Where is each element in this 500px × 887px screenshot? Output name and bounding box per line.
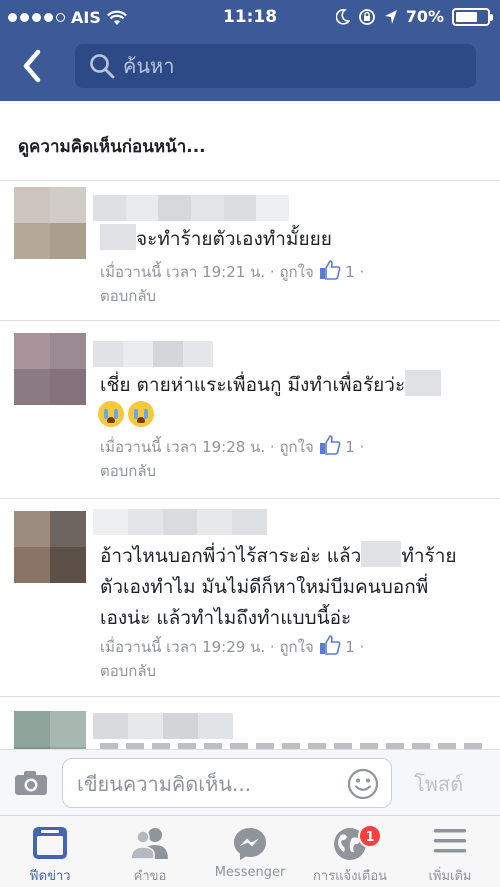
location-icon	[384, 9, 397, 24]
like-button[interactable]: ถูกใจ	[279, 263, 313, 281]
camera-icon	[15, 771, 47, 795]
thumbs-up-icon	[319, 635, 340, 655]
thumbs-up-icon	[319, 260, 340, 280]
tab-requests[interactable]: คำขอ	[100, 816, 200, 887]
avatar[interactable]	[14, 711, 86, 749]
battery-percent: 70%	[405, 7, 444, 26]
chevron-left-icon	[23, 49, 41, 83]
comment-item	[0, 697, 500, 749]
app-screen: AIS 11:18 70% ค้นหา ดูความคิดเห็นก่อนหน้…	[0, 0, 500, 887]
comment-item: จะทำร้ายตัวเองทำมั้ยยย เมื่อวานนี้ เวลา …	[0, 181, 500, 321]
commenter-name-redacted[interactable]	[93, 713, 233, 739]
avatar[interactable]	[14, 187, 86, 259]
search-input[interactable]	[123, 54, 463, 78]
back-button[interactable]	[14, 46, 54, 86]
tab-label: ฟีดข่าว	[29, 869, 71, 884]
camera-button[interactable]	[14, 770, 48, 800]
tab-label: การแจ้งเตือน	[312, 869, 388, 884]
news-feed-icon	[33, 827, 67, 859]
comment-meta: เมื่อวานนี้ เวลา 19:21 น. · ถูกใจ 1 · ตอ…	[100, 260, 486, 308]
post-button[interactable]: โพสต์	[414, 768, 463, 800]
tab-more[interactable]: เพิ่มเติม	[400, 816, 500, 887]
crying-emoji	[128, 401, 154, 427]
comment-input-box[interactable]	[62, 758, 392, 808]
comment-timestamp: เมื่อวานนี้ เวลา 19:28 น.	[100, 438, 266, 456]
search-icon	[90, 54, 115, 79]
comment-input[interactable]	[77, 769, 337, 799]
tab-news-feed[interactable]: ฟีดข่าว	[0, 816, 100, 887]
thumbs-up-icon	[319, 435, 340, 455]
comment-timestamp: เมื่อวานนี้ เวลา 19:29 น.	[100, 638, 266, 656]
comment-item: อ้าวไหนบอกพี่ว่าไร้สาระอ่ะ แล้ว ทำร้าย ตั…	[0, 499, 500, 697]
reply-button[interactable]: ตอบกลับ	[100, 287, 156, 305]
view-previous-comments-link[interactable]: ดูความคิดเห็นก่อนหน้า...	[18, 133, 206, 160]
status-bar: AIS 11:18 70%	[0, 0, 500, 34]
battery-icon	[452, 7, 493, 26]
battery-fill	[456, 11, 477, 22]
comment-item: เชี่ย ตายห่าแระเพื่อนกู มึงทำเพื่อรัยว่ะ…	[0, 321, 500, 499]
comment-composer: โพสต์	[0, 749, 500, 815]
redacted-text	[100, 224, 136, 250]
like-count: 1	[345, 638, 355, 656]
tab-messenger[interactable]: Messenger	[200, 816, 300, 887]
redacted-text	[361, 541, 402, 567]
redacted-text	[405, 370, 442, 396]
status-right: 70%	[335, 7, 493, 26]
rotation-lock-icon	[358, 8, 375, 25]
avatar[interactable]	[14, 511, 86, 583]
comment-text: เชี่ย ตายห่าแระเพื่อนกู มึงทำเพื่อรัยว่ะ	[100, 370, 486, 401]
like-button[interactable]: ถูกใจ	[279, 438, 313, 456]
comment-timestamp: เมื่อวานนี้ เวลา 19:21 น.	[100, 263, 266, 281]
crying-emoji	[98, 401, 124, 427]
like-button[interactable]: ถูกใจ	[279, 638, 313, 656]
smiley-icon[interactable]	[347, 768, 379, 800]
commenter-name-redacted[interactable]	[93, 509, 267, 535]
like-count: 1	[345, 263, 355, 281]
notification-badge: 1	[358, 824, 382, 848]
tab-bar: ฟีดข่าว คำขอ Messenger 1 การแจ้งเตือน เพ…	[0, 815, 500, 887]
search-bar[interactable]	[75, 44, 476, 88]
commenter-name-redacted[interactable]	[93, 195, 290, 221]
comment-text: อ้าวไหนบอกพี่ว่าไร้สาระอ่ะ แล้ว ทำร้าย ตั…	[100, 541, 494, 634]
friend-requests-icon	[130, 828, 168, 860]
comment-meta: เมื่อวานนี้ เวลา 19:28 น. · ถูกใจ 1 · ตอ…	[100, 435, 486, 483]
comment-text: จะทำร้ายตัวเองทำมั้ยยย	[100, 224, 486, 255]
moon-icon	[335, 8, 350, 25]
top-bar: AIS 11:18 70% ค้นหา	[0, 0, 500, 101]
tab-notifications[interactable]: 1 การแจ้งเตือน	[300, 816, 400, 887]
tab-label: เพิ่มเติม	[428, 869, 472, 884]
avatar[interactable]	[14, 333, 86, 405]
comment-meta: เมื่อวานนี้ เวลา 19:29 น. · ถูกใจ 1 · ตอ…	[100, 635, 486, 683]
comments-panel: ดูความคิดเห็นก่อนหน้า... จะทำร้ายตัวเองท…	[0, 101, 500, 749]
emoji-row	[98, 400, 486, 431]
like-count: 1	[345, 438, 355, 456]
reply-button[interactable]: ตอบกลับ	[100, 662, 156, 680]
messenger-icon	[234, 828, 266, 860]
tab-label: Messenger	[214, 865, 286, 880]
commenter-name-redacted[interactable]	[93, 341, 213, 367]
reply-button[interactable]: ตอบกลับ	[100, 462, 156, 480]
menu-icon	[434, 829, 466, 853]
tab-label: คำขอ	[133, 869, 167, 884]
